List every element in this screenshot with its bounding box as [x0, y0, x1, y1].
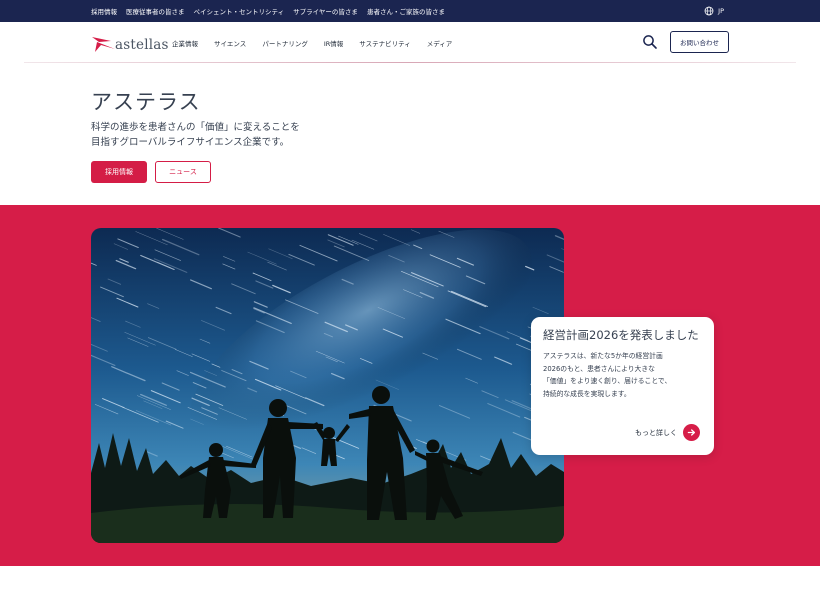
utility-link-suppliers[interactable]: サプライヤーの皆さま: [293, 6, 358, 16]
nav-item-partnering[interactable]: パートナリング: [262, 38, 308, 48]
feature-card-body-line: アステラスは、新たな5か年の経営計画: [543, 352, 663, 360]
next-section-heading-peek: [91, 607, 161, 615]
logo-star-icon: [92, 37, 115, 52]
utility-link-healthcare-professionals[interactable]: 医療従事者の皆さま: [126, 6, 185, 16]
header-divider: [24, 62, 796, 63]
nav-item-corporate[interactable]: 企業情報: [172, 38, 198, 48]
language-selector[interactable]: JP: [704, 0, 724, 22]
hero-description-line-1: 科学の進歩を患者さんの「価値」に変えることを: [91, 122, 300, 133]
nav-item-sustainability[interactable]: サステナビリティ: [359, 38, 410, 48]
feature-image-night-sky-family[interactable]: [91, 228, 564, 543]
logo-text: astellas: [115, 36, 169, 53]
hero-description: 科学の進歩を患者さんの「価値」に変えることを 目指すグローバルライフサイエンス企…: [91, 120, 300, 150]
utility-link-patients-families[interactable]: 患者さん・ご家族の皆さま: [367, 6, 445, 16]
read-more-label: もっと詳しく: [635, 428, 677, 437]
language-label: JP: [718, 7, 724, 15]
feature-card-body-line: 「価値」をより速く創り、届けることで、: [543, 377, 672, 385]
feature-card-body: アステラスは、新たな5か年の経営計画 2026のもと、患者さんにより大きな 「価…: [543, 350, 702, 400]
feature-card-title: 経営計画2026を発表しました: [543, 328, 699, 342]
news-button[interactable]: ニュース: [155, 161, 211, 183]
nav-item-ir[interactable]: IR情報: [324, 38, 343, 48]
utility-link-patient-centricity[interactable]: ペイシェント・セントリシティ: [194, 6, 285, 16]
astellas-logo[interactable]: astellas: [91, 33, 169, 53]
feature-card-body-line: 持続的な成長を実現します。: [543, 389, 631, 398]
read-more-link[interactable]: もっと詳しく: [635, 424, 700, 441]
search-icon: [643, 35, 657, 49]
main-header: astellas 企業情報 サイエンス パートナリング IR情報 サステナビリテ…: [0, 22, 820, 63]
utility-bar: 採用情報 医療従事者の皆さま ペイシェント・セントリシティ サプライヤーの皆さま…: [0, 0, 820, 22]
careers-button[interactable]: 採用情報: [91, 161, 147, 183]
nav-item-media[interactable]: メディア: [427, 38, 453, 48]
globe-icon: [704, 6, 714, 16]
primary-nav: 企業情報 サイエンス パートナリング IR情報 サステナビリティ メディア: [172, 22, 468, 63]
feature-card: 経営計画2026を発表しました アステラスは、新たな5か年の経営計画 2026の…: [531, 317, 714, 455]
nav-item-science[interactable]: サイエンス: [214, 38, 246, 48]
hero-description-line-2: 目指すグローバルライフサイエンス企業です。: [91, 137, 290, 148]
arrow-right-icon: [683, 424, 700, 441]
contact-button[interactable]: お問い合わせ: [670, 31, 729, 53]
feature-card-body-line: 2026のもと、患者さんにより大きな: [543, 364, 655, 373]
search-button[interactable]: [642, 34, 658, 50]
utility-link-careers[interactable]: 採用情報: [91, 6, 117, 16]
page-title: アステラス: [91, 90, 201, 114]
